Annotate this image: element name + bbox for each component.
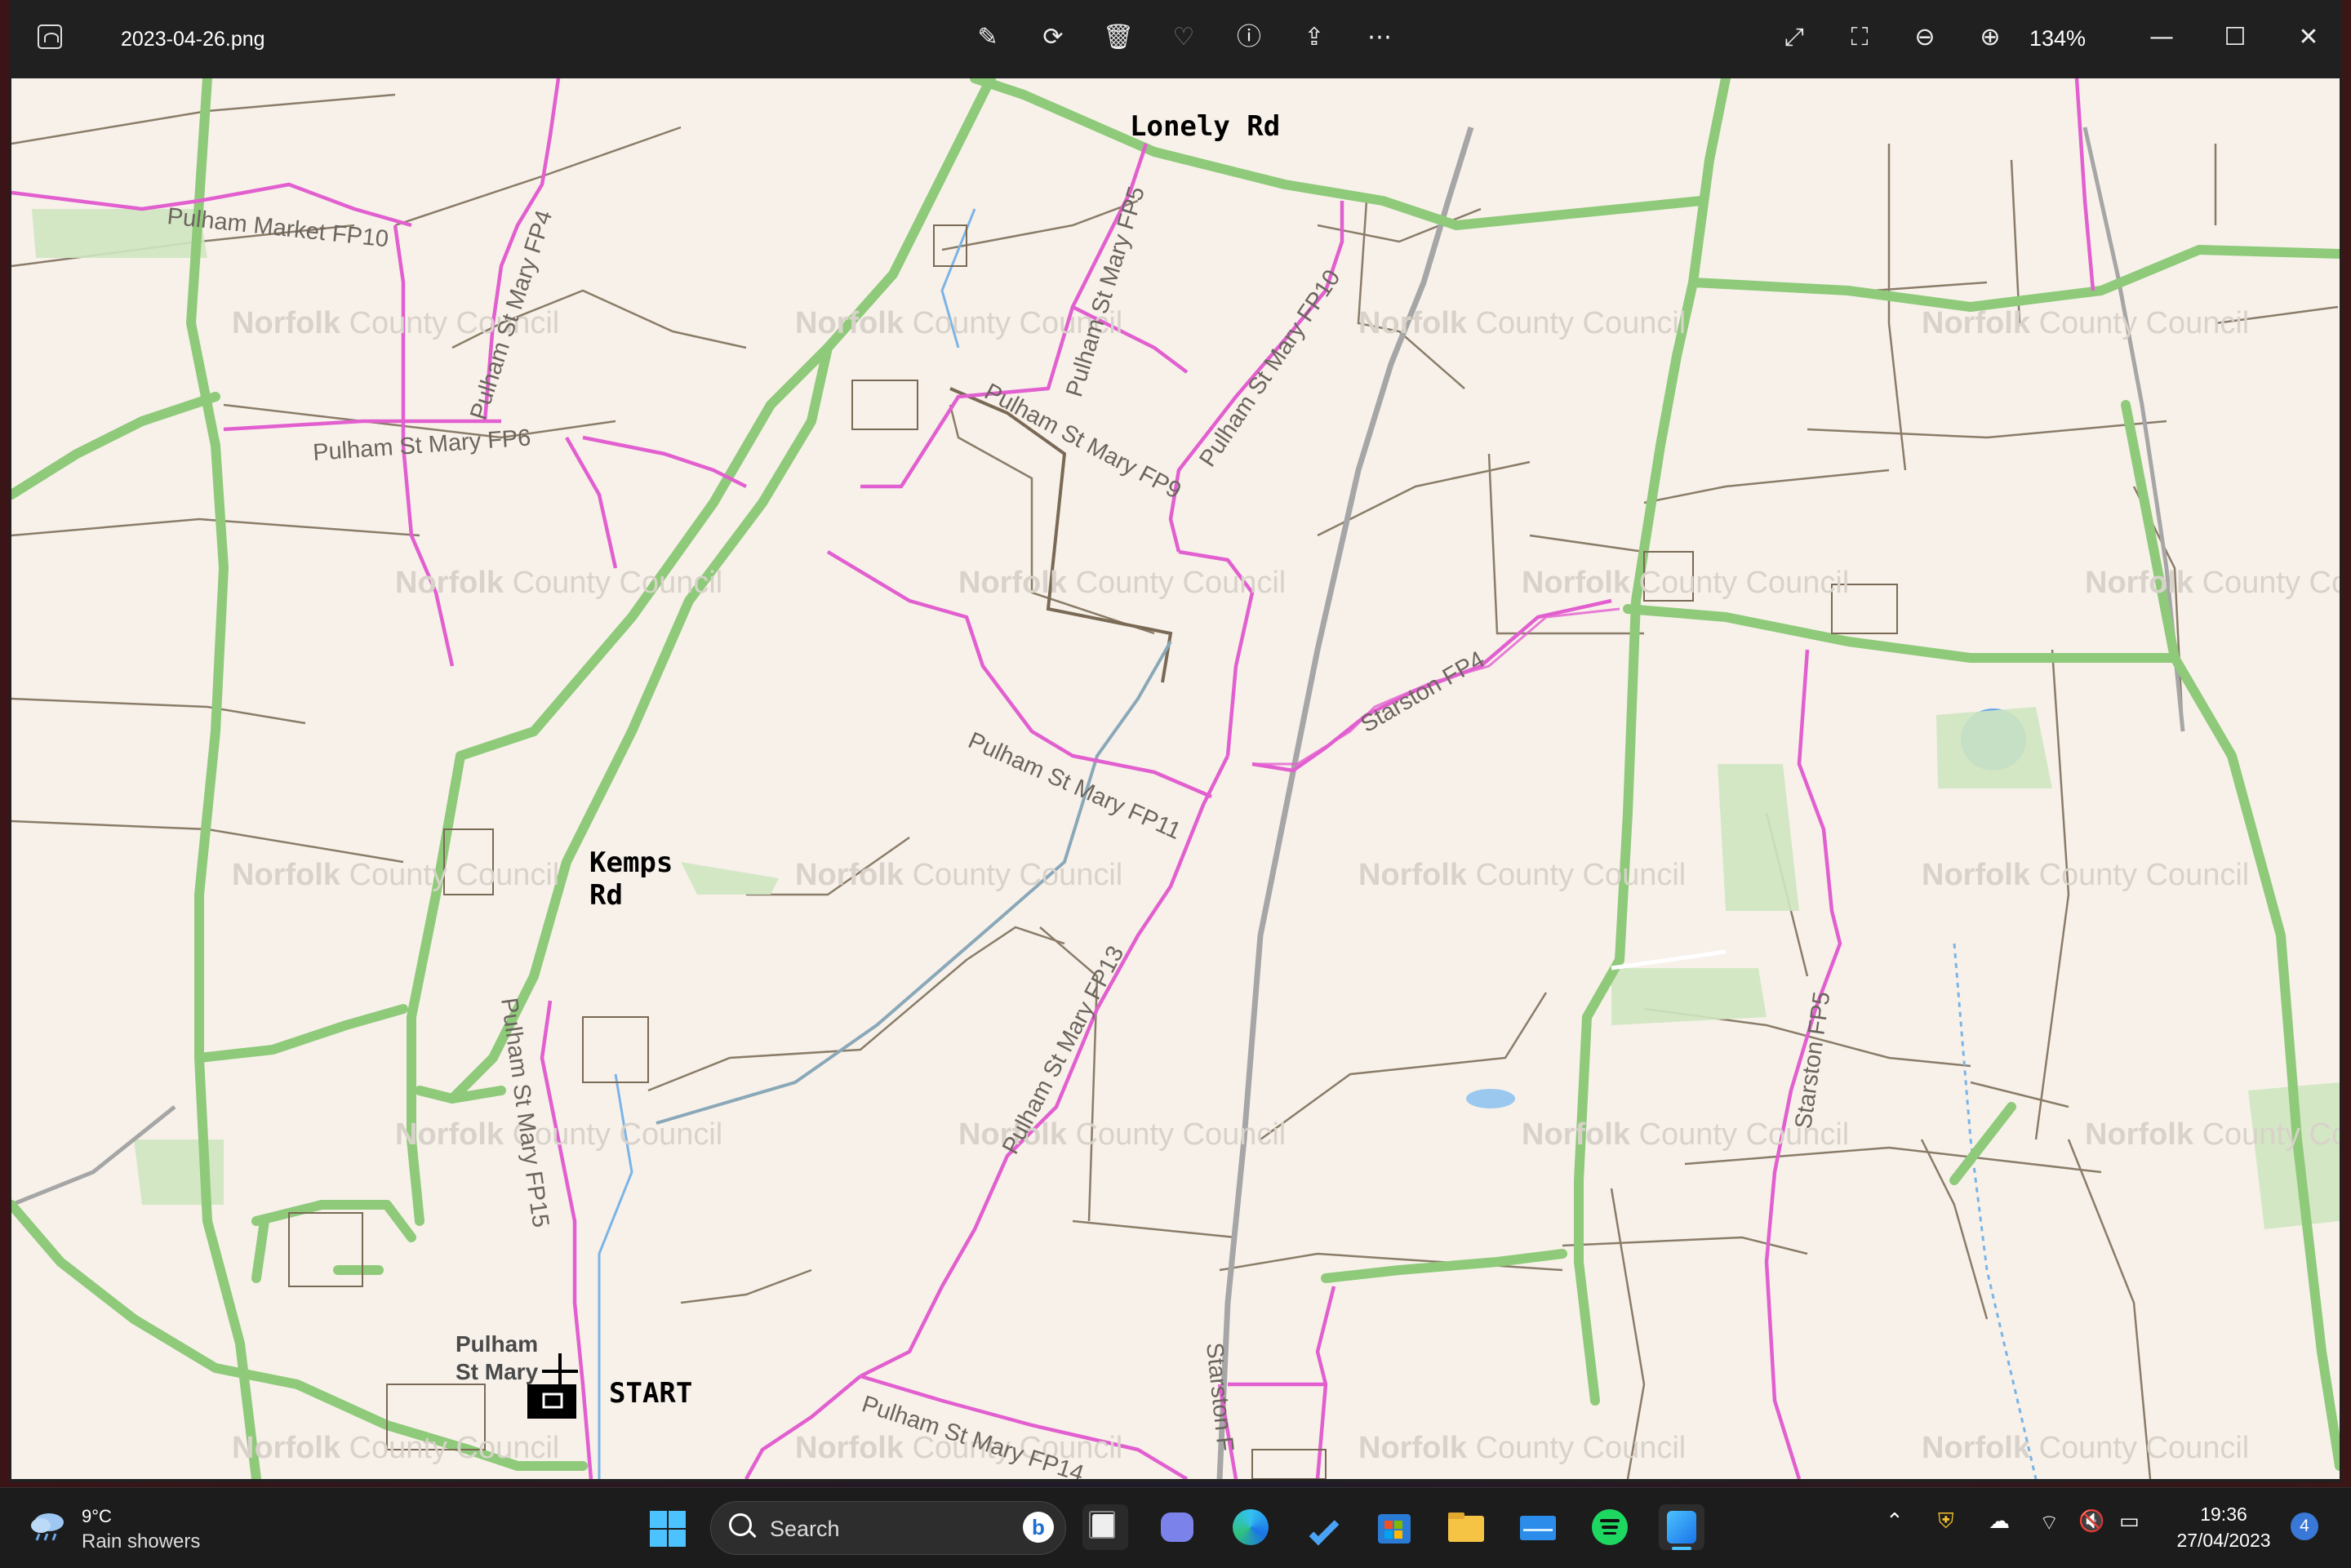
- search-placeholder: Search: [770, 1517, 840, 1541]
- weather-temp: 9°C: [82, 1506, 112, 1526]
- wifi-icon[interactable]: ⌔: [2039, 1509, 2059, 1536]
- clock-time: 19:36: [2200, 1504, 2247, 1525]
- chevron-up-icon[interactable]: ⌃: [1886, 1509, 1904, 1534]
- svg-text:Norfolk County Council: Norfolk County Council: [232, 858, 559, 892]
- map-canvas: Norfolk County Council Norfolk County Co…: [11, 78, 2340, 1479]
- mail-icon[interactable]: [1515, 1504, 1561, 1550]
- annotation-rd: Rd: [589, 879, 623, 912]
- fit-icon[interactable]: ⛶: [1842, 20, 1878, 56]
- file-name: 2023-04-26.png: [121, 28, 265, 51]
- clock-date: 27/04/2023: [2176, 1530, 2271, 1551]
- photos-taskbar-icon[interactable]: [1659, 1504, 1704, 1550]
- delete-icon[interactable]: 🗑: [1100, 20, 1136, 56]
- white-track: [1611, 949, 1727, 971]
- battery-icon[interactable]: ▭: [2119, 1509, 2140, 1534]
- buildings: [288, 224, 1898, 1479]
- label-fp5: Pulham St Mary FP5: [1061, 184, 1150, 400]
- svg-text:Norfolk County Council: Norfolk County Council: [1358, 858, 1686, 892]
- favorite-icon[interactable]: ♡: [1166, 20, 1202, 56]
- rotate-icon[interactable]: ⟳: [1035, 20, 1071, 56]
- label-starston-fp4: Starston FP4: [1357, 646, 1490, 738]
- spotify-icon[interactable]: [1587, 1504, 1633, 1550]
- title-bar: 2023-04-26.png ✎ ⟳ 🗑 ♡ ⓘ ⇪ ⋯ ⤢ ⛶ ⊖ ⊕ 134…: [10, 0, 2341, 78]
- edit-icon[interactable]: ✎: [970, 20, 1006, 56]
- svg-text:Norfolk County Council: Norfolk County Council: [1922, 858, 2249, 892]
- clock[interactable]: 19:36 27/04/2023: [2175, 1501, 2273, 1553]
- info-icon[interactable]: ⓘ: [1231, 20, 1267, 56]
- label-starston-f: Starston F: [1201, 1341, 1238, 1452]
- annotation-lonely-rd: Lonely Rd: [1130, 110, 1280, 143]
- chat-icon[interactable]: [1154, 1504, 1200, 1550]
- fullscreen-icon[interactable]: ⤢: [1776, 20, 1812, 56]
- minimize-icon[interactable]: —: [2144, 20, 2180, 56]
- svg-text:Norfolk County Council: Norfolk County Council: [1922, 1431, 2249, 1465]
- village-label-2: St Mary: [456, 1359, 539, 1384]
- label-fp6: Pulham St Mary FP6: [312, 424, 531, 466]
- svg-text:Norfolk County Council: Norfolk County Council: [795, 306, 1122, 340]
- notification-badge[interactable]: 4: [2291, 1512, 2318, 1540]
- svg-text:Norfolk County Council: Norfolk County Council: [395, 566, 722, 600]
- svg-text:Norfolk County Council: Norfolk County Council: [958, 566, 1286, 600]
- weather-condition: Rain showers: [82, 1530, 201, 1552]
- edge-icon[interactable]: [1228, 1504, 1273, 1550]
- map-image[interactable]: Norfolk County Council Norfolk County Co…: [11, 78, 2340, 1479]
- green-areas: [32, 209, 2340, 1229]
- photos-app-icon: [38, 24, 62, 49]
- taskbar-search[interactable]: Search b: [710, 1501, 1066, 1555]
- todo-icon[interactable]: [1300, 1504, 1345, 1550]
- task-view-icon[interactable]: [1082, 1504, 1128, 1550]
- svg-text:Norfolk County Council: Norfolk County Council: [795, 858, 1122, 892]
- rain-cloud-icon: [31, 1513, 64, 1541]
- watermarks: Norfolk County Council Norfolk County Co…: [232, 306, 2340, 1465]
- svg-text:Norfolk County Council: Norfolk County Council: [1522, 566, 1849, 600]
- taskbar: 9°C Rain showers Search b ⌃ ⛨ ☁ ⌔ 🔇 ▭ 19…: [0, 1487, 2351, 1568]
- zoom-in-icon[interactable]: ⊕: [1972, 20, 2008, 56]
- svg-text:Norfolk County Council: Norfolk County Council: [395, 1117, 722, 1152]
- bing-icon[interactable]: b: [1023, 1512, 1054, 1543]
- photos-window: 2023-04-26.png ✎ ⟳ 🗑 ♡ ⓘ ⇪ ⋯ ⤢ ⛶ ⊖ ⊕ 134…: [10, 0, 2341, 1482]
- store-icon[interactable]: [1371, 1504, 1417, 1550]
- maximize-icon[interactable]: ☐: [2217, 20, 2253, 56]
- annotation-start: START: [609, 1377, 692, 1410]
- more-icon[interactable]: ⋯: [1362, 20, 1398, 56]
- village-label-1: Pulham: [456, 1331, 538, 1357]
- volume-muted-icon[interactable]: 🔇: [2078, 1509, 2104, 1534]
- search-icon: [729, 1513, 752, 1536]
- annotation-kemps: Kemps: [589, 846, 673, 879]
- svg-text:Norfolk County Council: Norfolk County Council: [1358, 306, 1686, 340]
- label-fp10: Pulham St Mary FP10: [1194, 265, 1345, 472]
- close-icon[interactable]: ✕: [2291, 20, 2327, 56]
- zoom-out-icon[interactable]: ⊖: [1907, 20, 1943, 56]
- zoom-level[interactable]: 134%: [2029, 26, 2086, 51]
- share-icon[interactable]: ⇪: [1296, 20, 1332, 56]
- windows-start-icon[interactable]: [648, 1509, 687, 1548]
- svg-text:Norfolk County Council: Norfolk County Council: [2085, 1117, 2340, 1152]
- file-explorer-icon[interactable]: [1443, 1504, 1489, 1550]
- svg-text:Norfolk County Council: Norfolk County Council: [232, 1431, 559, 1465]
- svg-text:Norfolk County Council: Norfolk County Council: [2085, 566, 2340, 600]
- security-icon[interactable]: ⛨: [1938, 1509, 1954, 1535]
- svg-text:Norfolk County Council: Norfolk County Council: [1922, 306, 2249, 340]
- onedrive-icon[interactable]: ☁: [1989, 1509, 2010, 1534]
- label-starston-fp5: Starston FP5: [1790, 990, 1835, 1130]
- svg-text:Norfolk County Council: Norfolk County Council: [1358, 1431, 1686, 1465]
